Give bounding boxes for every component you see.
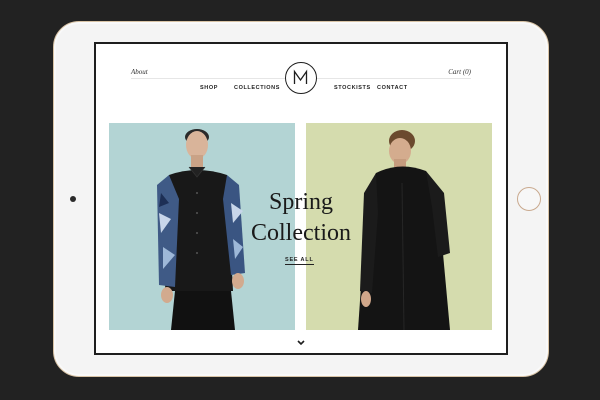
nav-collections[interactable]: COLLECTIONS (234, 85, 280, 91)
about-link[interactable]: About (131, 68, 148, 76)
tablet-camera (70, 196, 76, 202)
website-screen: About Cart (0) SHOP COLLECTIONS STOCKIST… (94, 42, 508, 355)
logo-mark-icon (293, 69, 308, 84)
nav-contact[interactable]: CONTACT (377, 85, 408, 91)
nav-shop[interactable]: SHOP (200, 85, 218, 91)
tablet-home-button[interactable] (517, 187, 541, 211)
hero-title-line1: Spring (268, 189, 333, 215)
see-all-link[interactable]: SEE ALL (285, 257, 314, 265)
nav-stockists[interactable]: STOCKISTS (334, 85, 371, 91)
chevron-down-icon[interactable] (295, 339, 307, 347)
hero-title-line2: Collection (251, 220, 351, 246)
monogram-m-logo[interactable] (285, 62, 317, 94)
cart-link[interactable]: Cart (0) (448, 68, 471, 76)
